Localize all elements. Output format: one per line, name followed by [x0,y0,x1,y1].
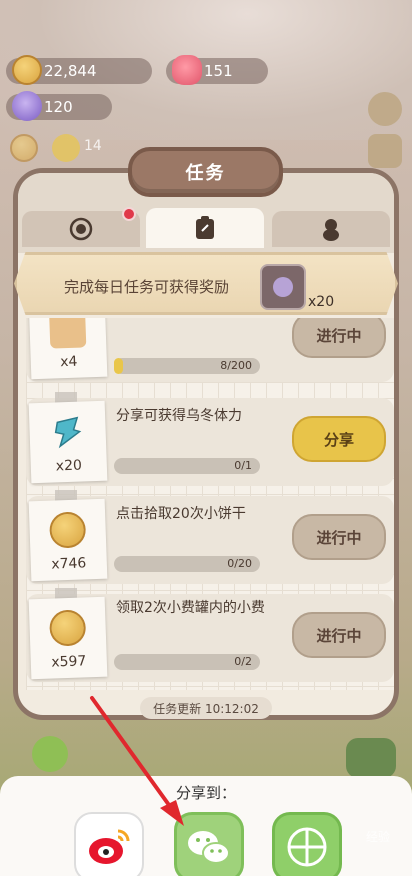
reward-photo: x20 [28,400,108,484]
reward-qty: x746 [51,555,87,573]
progress-label: 0/2 [234,655,252,668]
pig-icon [172,55,202,85]
clipboard-icon [196,216,214,239]
character-icon [32,736,68,772]
progress-bar: 8/200 [114,358,260,374]
refresh-timer: 任务更新 10:12:02 [140,697,272,719]
pig-counter[interactable]: 151 [166,55,268,85]
weibo-share-button[interactable] [74,812,144,876]
udon-stamina-icon [54,416,82,449]
reward-qty: x597 [51,653,87,671]
settings-gear-icon[interactable] [368,92,402,126]
medal-icon [69,217,93,241]
task-description: 分享可获得乌冬体力 [116,408,242,424]
cookie-icon [49,609,87,647]
progress-fill [114,358,123,374]
in-progress-button[interactable]: 进行中 [292,318,386,358]
panel-title: 任务 [128,147,283,197]
progress-bar: 0/1 [114,458,260,474]
share-sheet-title: 分享到： [175,784,236,802]
task-card: x597 领取2次小费罐内的小费 0/2 进行中 [26,588,394,682]
wechat-share-button[interactable] [174,812,244,876]
candy-icon [273,277,293,297]
bun-icon [52,134,80,162]
cookie-icon [49,511,87,549]
cookie-count: 22,844 [44,62,97,80]
task-card: x746 点击拾取20次小饼干 0/20 进行中 [26,490,394,584]
task-card: x4 8/200 进行中 [26,318,394,382]
in-progress-button[interactable]: 进行中 [292,514,386,560]
candy-icon [12,91,42,121]
progress-bar: 0/2 [114,654,260,670]
cookie-icon [12,55,42,85]
reward-photo: x746 [28,498,108,582]
in-progress-button[interactable]: 进行中 [292,612,386,658]
moments-icon [287,827,327,867]
wechat-icon [188,831,230,864]
candy-counter[interactable]: 120 [6,91,112,121]
progress-label: 8/200 [220,359,252,372]
candy-count: 120 [44,98,73,116]
progress-bar: 0/20 [114,556,260,572]
flower-icon [10,134,38,162]
task-list[interactable]: x4 8/200 进行中 x20 分享可获得乌冬体力 0/1 分享 x746 点… [26,318,394,690]
cookie-counter[interactable]: 22,844 [6,55,152,85]
task-description: 点击拾取20次小饼干 [116,506,246,522]
reward-photo: x4 [28,318,108,380]
badge-count: 14 [84,138,102,154]
reward-qty: x4 [59,353,78,371]
weibo-icon [89,829,130,864]
shop-icon [346,738,396,778]
pig-count: 151 [204,62,233,80]
tab-character[interactable] [272,211,390,247]
banner-text: 完成每日任务可获得奖励 [64,278,230,296]
reward-quantity: x20 [308,294,335,310]
progress-label: 0/20 [227,557,252,570]
penguin-icon [323,219,339,241]
reward-qty: x20 [55,457,83,475]
reward-photo: x597 [28,596,108,680]
moments-share-button[interactable] [272,812,342,876]
mail-icon[interactable] [368,134,402,168]
notification-dot [122,207,136,221]
progress-label: 0/1 [234,459,252,472]
share-button[interactable]: 分享 [292,416,386,462]
tab-daily[interactable] [146,208,264,248]
task-description: 领取2次小费罐内的小费 [116,600,265,616]
reward-item[interactable] [260,264,306,310]
ticket-icon [49,318,87,349]
watermark-text: 经验 [365,830,390,844]
task-card: x20 分享可获得乌冬体力 0/1 分享 [26,392,394,486]
